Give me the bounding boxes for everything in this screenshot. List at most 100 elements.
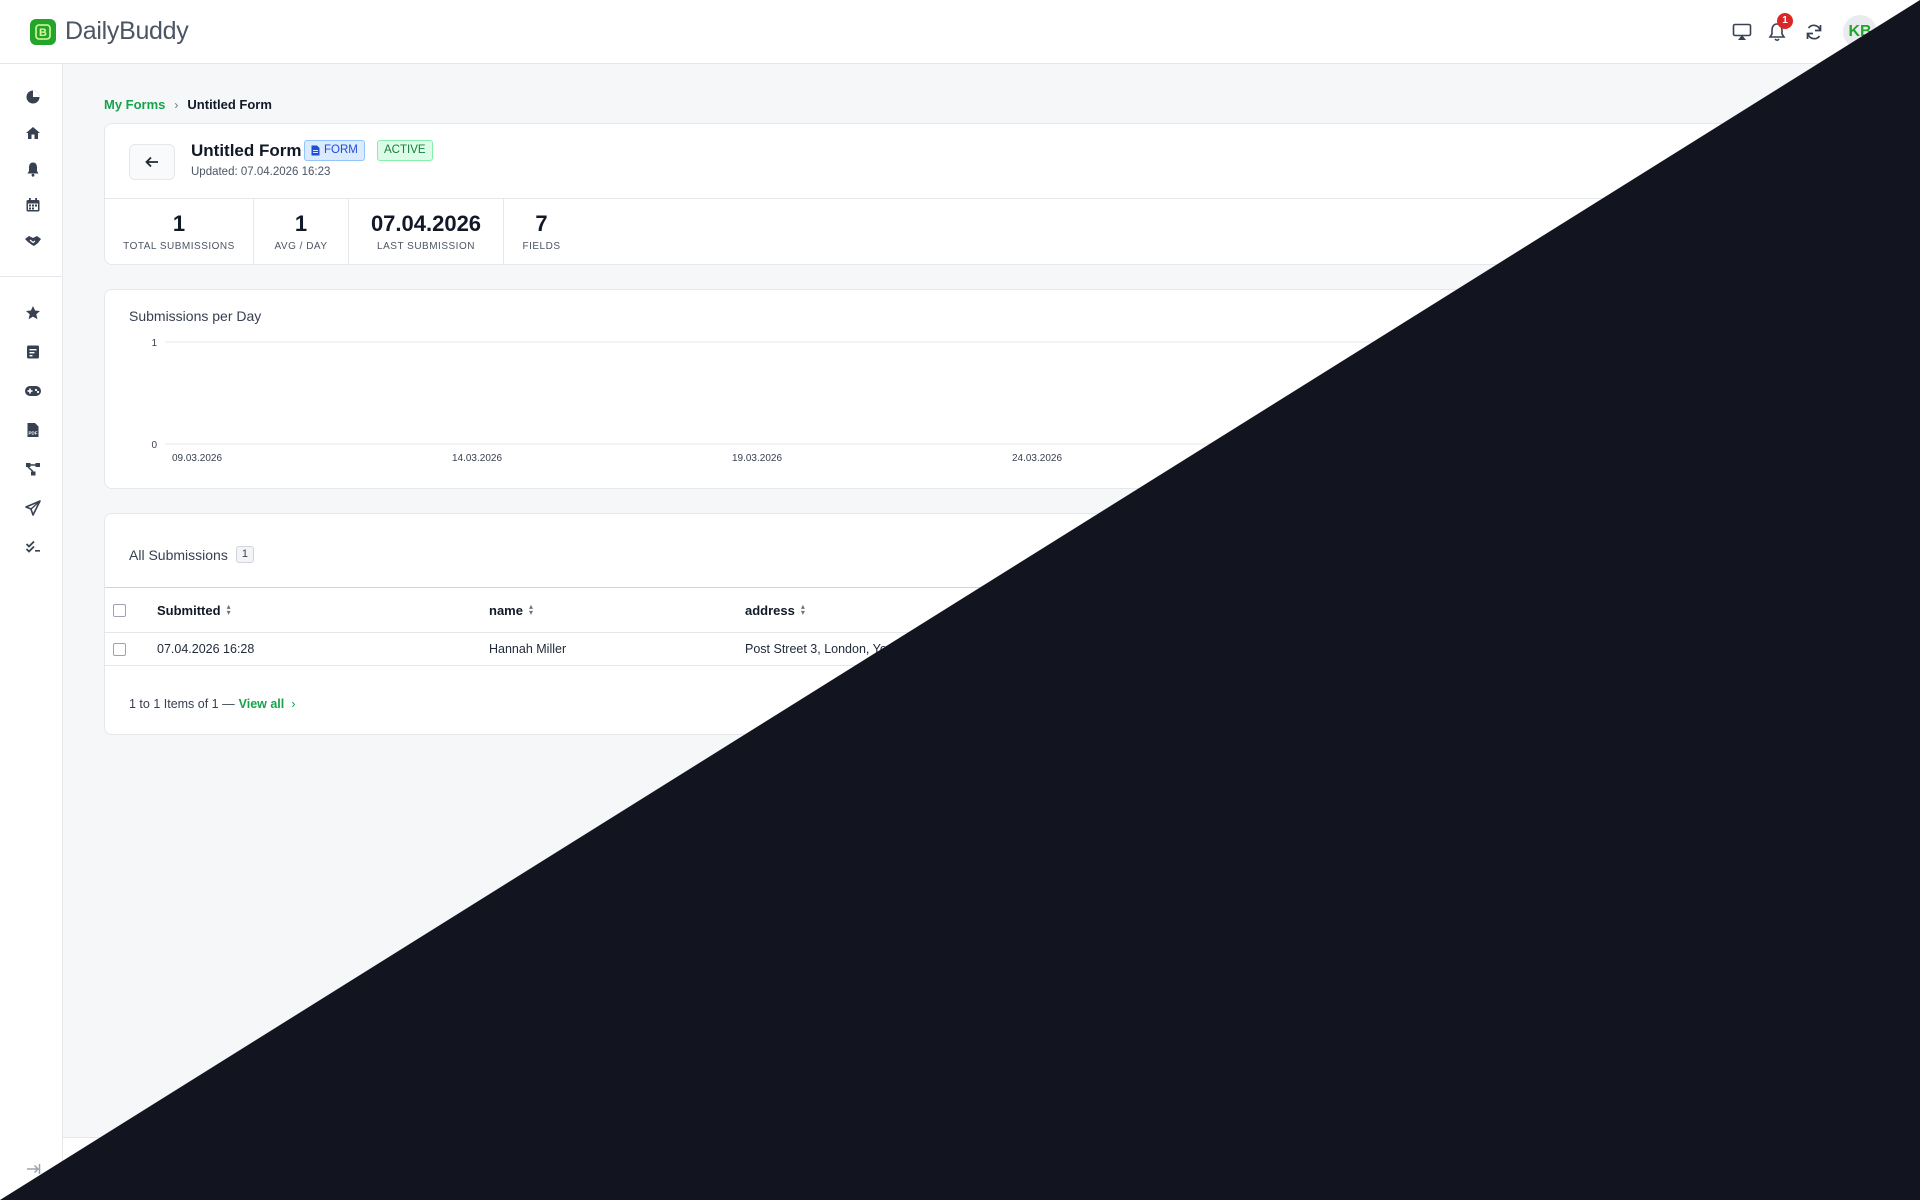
- stat-fields: 7 FIELDS: [504, 199, 579, 264]
- notifications-icon[interactable]: 1: [1765, 13, 1793, 44]
- cell-submitted: 07.04.2026 16:28: [157, 642, 255, 656]
- forms-icon[interactable]: [22, 341, 44, 363]
- logo-icon: B: [30, 18, 56, 45]
- form-title: Untitled Form: [191, 141, 302, 160]
- top-bar: B DailyBuddy 1 KB: [0, 0, 1920, 64]
- select-all-checkbox[interactable]: [113, 588, 126, 632]
- footer-text: Powered by SaaSBuddy: [104, 1160, 277, 1178]
- x-tick-label: 19.03.2026: [732, 453, 782, 464]
- table-row[interactable]: 07.04.2026 16:28 Hannah Miller Post Stre…: [105, 633, 1879, 666]
- delete-submission-button[interactable]: [1852, 639, 1872, 659]
- submissions-title-text: All Submissions: [129, 546, 228, 563]
- breadcrumb: My Forms › Untitled Form: [104, 97, 272, 112]
- row-checkbox[interactable]: [113, 633, 126, 665]
- stat-value: 7: [535, 211, 548, 236]
- column-submitted[interactable]: Submitted ▴ ▾: [157, 588, 231, 632]
- footer: Powered by SaaSBuddy: [63, 1137, 1920, 1200]
- search-button[interactable]: [1563, 538, 1609, 570]
- column-name[interactable]: name ▴ ▾: [489, 588, 533, 632]
- edit-form-label: Edit Form: [1779, 154, 1840, 170]
- chart-card: Submissions per Day Last 30 days 0 1 09.03…: [104, 289, 1880, 489]
- download-icon: [1825, 548, 1839, 561]
- eye-icon: [1832, 645, 1846, 653]
- pdf-icon[interactable]: PDF: [22, 419, 44, 441]
- pagination-text: 1 to 1 Items of 1 —: [129, 696, 235, 711]
- gamepad-icon[interactable]: [22, 380, 44, 402]
- footer-prefix: Powered by: [104, 1160, 189, 1177]
- updated-timestamp: Updated: 07.04.2026 16:23: [191, 166, 331, 178]
- edit-form-button[interactable]: Edit Form: [1747, 146, 1855, 178]
- stat-label: TOTAL SUBMISSIONS: [123, 241, 235, 252]
- footer-link[interactable]: SaaSBuddy: [193, 1160, 278, 1177]
- app-name: DailyBuddy: [65, 17, 189, 45]
- y-tick-label: 0: [151, 440, 157, 451]
- bell-icon[interactable]: [22, 158, 44, 180]
- stat-label: AVG / DAY: [274, 241, 328, 252]
- cell-email: hannah@millercloud.com: [1356, 642, 1498, 656]
- stat-value: 1: [172, 211, 186, 236]
- user-avatar[interactable]: KB: [1843, 15, 1877, 49]
- x-tick-label: 24.03.2026: [1012, 453, 1062, 464]
- breadcrumb-my-forms[interactable]: My Forms: [104, 97, 165, 112]
- x-tick-label: 29.03.2026: [1292, 453, 1342, 464]
- sidebar: PDF: [0, 64, 63, 1200]
- handshake-icon[interactable]: [22, 230, 44, 252]
- workflow-icon[interactable]: [22, 458, 44, 480]
- stat-label: FIELDS: [522, 241, 561, 252]
- x-tick-label: 14.03.2026: [452, 453, 502, 464]
- submissions-card: All Submissions 1 Submitted ▴▾ name ▴▾ a…: [104, 513, 1880, 735]
- breadcrumb-current: Untitled Form: [187, 97, 272, 112]
- stat-value: 1: [294, 211, 308, 236]
- cell-name: Hannah Miller: [489, 642, 567, 656]
- refresh-icon[interactable]: [1802, 20, 1826, 44]
- stat-value: 07.04.2026: [370, 211, 482, 236]
- status-badge: ACTIVE: [377, 140, 433, 161]
- checklist-icon[interactable]: [22, 536, 44, 558]
- breadcrumb-separator-icon: ›: [174, 97, 179, 112]
- form-type-badge: FORM: [304, 140, 365, 161]
- sort-icon: ▴ ▾: [226, 602, 231, 617]
- submissions-count-badge: 1: [235, 546, 254, 563]
- submissions-chart: 0 1 09.03.2026 14.03.2026 19.03.2026 24.03.20…: [151, 338, 1845, 464]
- table-header: Submitted ▴ ▾ name ▴ ▾ address ▴ ▾ email ▴ ▾…: [105, 587, 1879, 633]
- previous-button[interactable]: Previous: [1682, 685, 1768, 719]
- svg-text:PDF: PDF: [29, 431, 38, 436]
- search-group: [1563, 538, 1799, 570]
- cast-icon[interactable]: [1730, 20, 1754, 44]
- sidebar-collapse-icon[interactable]: [22, 1158, 44, 1180]
- svg-text:B: B: [39, 27, 47, 39]
- file-icon: [311, 145, 320, 156]
- pencil-icon: [1762, 156, 1774, 168]
- form-header-card: Untitled Form FORM ACTIVE Updated: 07.04…: [104, 123, 1880, 265]
- home-icon[interactable]: [22, 122, 44, 144]
- column-email-label: email: [1356, 602, 1390, 618]
- chart-bar: [1808, 342, 1826, 444]
- view-submission-button[interactable]: [1829, 639, 1849, 659]
- trash-icon: [1857, 643, 1867, 655]
- calendar-icon[interactable]: [22, 194, 44, 216]
- column-action-label: ACTION: [1821, 602, 1871, 618]
- next-button[interactable]: Next: [1776, 685, 1854, 719]
- stat-total-submissions: 1 TOTAL SUBMISSIONS: [105, 199, 254, 264]
- cell-actions: [1823, 633, 1872, 665]
- view-all-link[interactable]: View all: [239, 697, 285, 711]
- sort-icon: ▴ ▾: [1395, 602, 1400, 617]
- stat-label: LAST SUBMISSION: [377, 241, 475, 252]
- star-icon[interactable]: [22, 302, 44, 324]
- stat-last-submission: 07.04.2026 LAST SUBMISSION: [349, 199, 504, 264]
- sort-icon: ▴ ▾: [800, 602, 805, 617]
- send-icon[interactable]: [22, 497, 44, 519]
- column-email[interactable]: email ▴ ▾: [1356, 588, 1399, 632]
- column-action: ACTION: [1821, 588, 1871, 632]
- column-submitted-label: Submitted: [157, 602, 221, 618]
- app-logo[interactable]: B DailyBuddy: [30, 17, 189, 46]
- x-tick-label: 03.04.2026: [1572, 453, 1622, 464]
- download-button[interactable]: [1809, 538, 1855, 570]
- cell-address: Post Street 3, London, Yorkshire, ...: [745, 642, 942, 656]
- column-address[interactable]: address ▴ ▾: [745, 588, 805, 632]
- column-address-label: address: [745, 602, 795, 618]
- submissions-title: All Submissions 1: [129, 546, 254, 563]
- back-button[interactable]: [129, 144, 175, 180]
- dashboard-chart-icon[interactable]: [22, 86, 44, 108]
- search-input[interactable]: [1609, 538, 1799, 570]
